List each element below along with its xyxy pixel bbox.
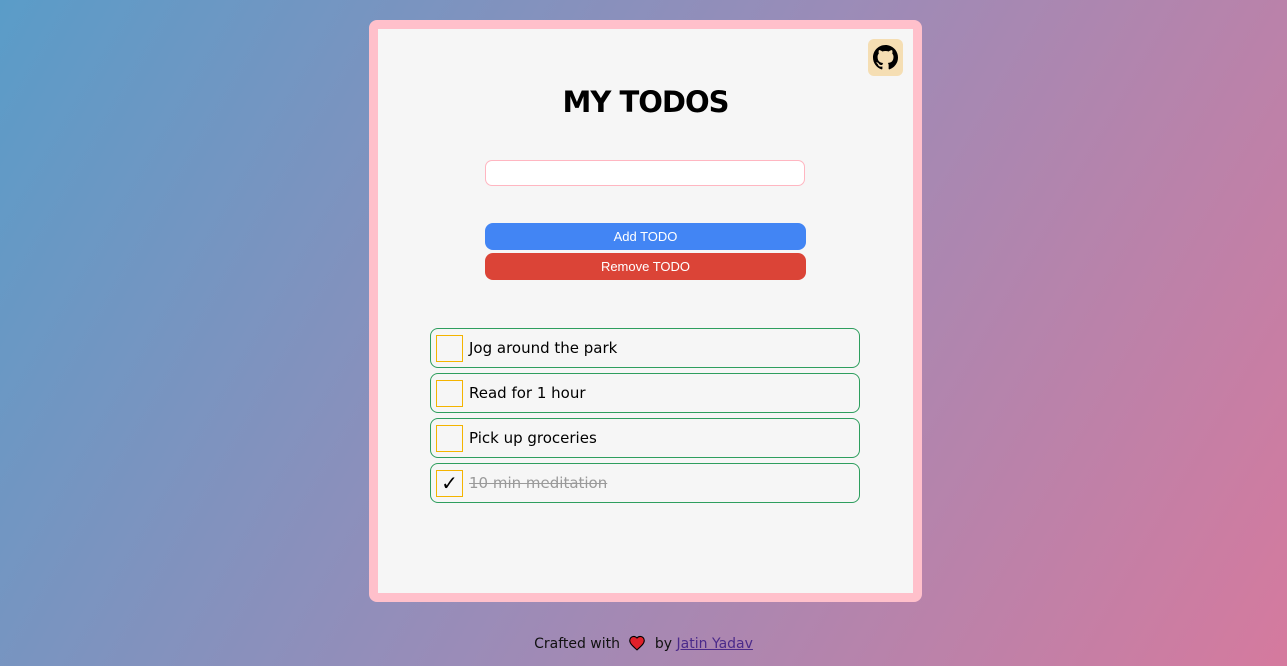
todo-input[interactable]	[485, 160, 805, 186]
footer-prefix: Crafted with	[534, 636, 621, 652]
github-link[interactable]	[868, 39, 903, 76]
heart-icon	[629, 635, 646, 651]
todo-text-done: 10 min meditation	[469, 474, 608, 492]
todo-text: Jog around the park	[469, 339, 618, 357]
todo-checkbox[interactable]	[436, 424, 463, 452]
todo-item[interactable]: Read for 1 hour	[430, 373, 860, 413]
page-title: MY TODOS	[562, 85, 730, 119]
todo-item[interactable]: Pick up groceries	[430, 418, 860, 458]
todo-card: MY TODOS Add TODO Remove TODO Jog around…	[369, 20, 922, 602]
todo-text: Pick up groceries	[469, 429, 597, 447]
todo-text: Read for 1 hour	[469, 384, 586, 402]
add-todo-button[interactable]: Add TODO	[485, 223, 806, 250]
todo-checkbox[interactable]	[436, 379, 463, 407]
footer: Crafted with by Jatin Yadav	[0, 635, 1287, 652]
todo-item[interactable]: Jog around the park	[430, 328, 860, 368]
github-icon	[873, 45, 898, 70]
footer-by: by	[654, 636, 673, 652]
todo-checkbox-checked[interactable]: ✓	[436, 469, 463, 497]
todo-item[interactable]: ✓ 10 min meditation	[430, 463, 860, 503]
todo-list: Jog around the park Read for 1 hour Pick…	[430, 328, 860, 508]
check-mark-icon: ✓	[441, 471, 458, 495]
remove-todo-button[interactable]: Remove TODO	[485, 253, 806, 280]
todo-checkbox[interactable]	[436, 334, 463, 362]
author-link[interactable]: Jatin Yadav	[677, 636, 753, 652]
